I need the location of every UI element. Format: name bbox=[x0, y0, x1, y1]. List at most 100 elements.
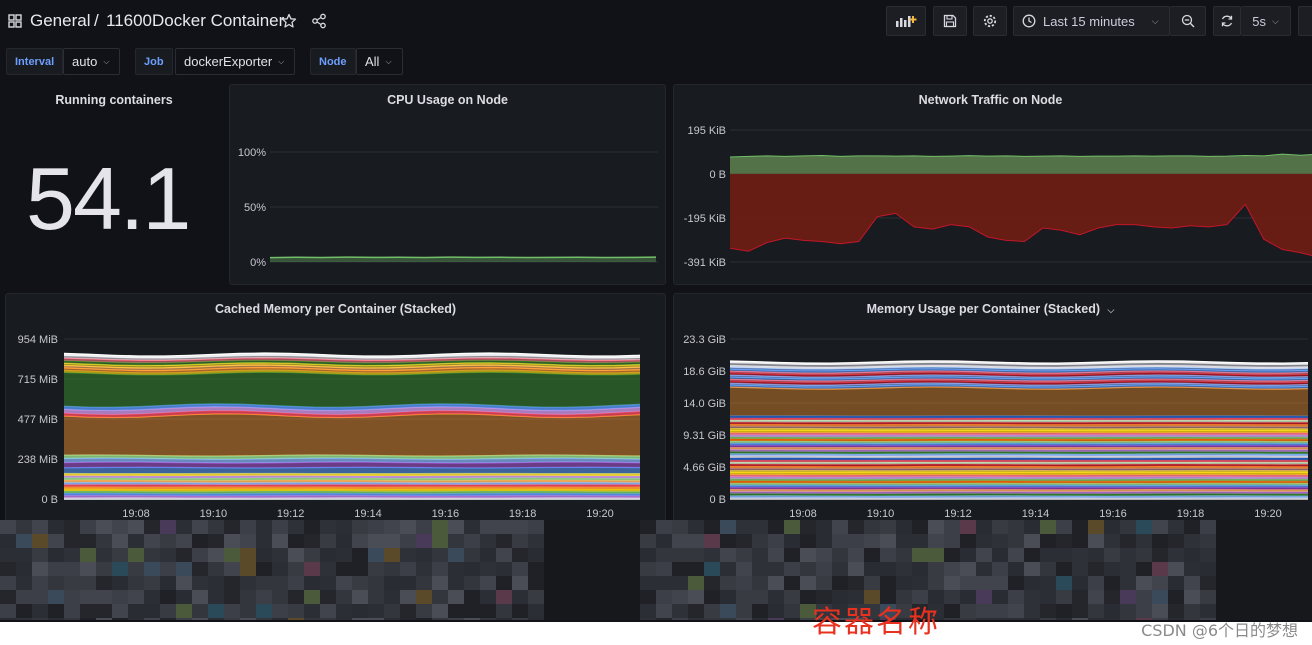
mosaic-cell bbox=[384, 576, 400, 590]
mosaic-cell bbox=[912, 520, 928, 534]
x-tick-label: 19:20 bbox=[1254, 508, 1282, 520]
mosaic-cell bbox=[192, 520, 208, 534]
mosaic-cell bbox=[976, 618, 992, 620]
mosaic-cell bbox=[352, 548, 368, 562]
mosaic-cell bbox=[752, 562, 768, 576]
add-panel-button[interactable] bbox=[886, 6, 926, 36]
dashboards-grid-icon[interactable] bbox=[8, 14, 22, 28]
mosaic-cell bbox=[544, 618, 560, 620]
mosaic-cell bbox=[640, 604, 656, 618]
panel-cached-memory[interactable]: Cached Memory per Container (Stacked) 95… bbox=[5, 293, 666, 533]
mosaic-cell bbox=[1072, 576, 1088, 590]
mosaic-cell bbox=[1040, 604, 1056, 618]
mosaic-cell bbox=[1120, 520, 1136, 534]
zoom-out-button[interactable] bbox=[1170, 6, 1206, 36]
time-range-picker[interactable]: Last 15 minutes ⌵ bbox=[1013, 6, 1170, 36]
breadcrumb-folder[interactable]: General bbox=[30, 11, 90, 31]
panel-network-traffic[interactable]: Network Traffic on Node 195 KiB 0 B -195 K… bbox=[673, 84, 1312, 285]
variable-select-node[interactable]: All ⌵ bbox=[356, 48, 403, 75]
refresh-interval-picker[interactable]: 5s ⌵ bbox=[1241, 6, 1291, 36]
mosaic-cell bbox=[1056, 576, 1072, 590]
mosaic-cell bbox=[208, 604, 224, 618]
mosaic-cell bbox=[864, 576, 880, 590]
mosaic-cell bbox=[176, 604, 192, 618]
mosaic-cell bbox=[1104, 520, 1120, 534]
mosaic-cell bbox=[1152, 590, 1168, 604]
mosaic-cell bbox=[448, 534, 464, 548]
mosaic-cell bbox=[1088, 548, 1104, 562]
mosaic-cell bbox=[1040, 618, 1056, 620]
mosaic-cell bbox=[64, 604, 80, 618]
panel-cpu-usage[interactable]: CPU Usage on Node 100% 50% 0% bbox=[229, 84, 666, 285]
mosaic-cell bbox=[80, 534, 96, 548]
toolbar-overflow-button[interactable] bbox=[1298, 6, 1312, 36]
mosaic-cell bbox=[96, 548, 112, 562]
save-dashboard-button[interactable] bbox=[933, 6, 967, 36]
mosaic-cell bbox=[672, 590, 688, 604]
panel-memory-usage[interactable]: Memory Usage per Container (Stacked) ⌵ 2… bbox=[673, 293, 1312, 533]
mosaic-cell bbox=[112, 618, 128, 620]
mosaic-cell bbox=[1008, 548, 1024, 562]
mosaic-cell bbox=[784, 520, 800, 534]
share-icon[interactable] bbox=[311, 13, 327, 29]
mosaic-cell bbox=[1200, 604, 1216, 618]
mosaic-cell bbox=[48, 590, 64, 604]
mosaic-cell bbox=[112, 548, 128, 562]
mosaic-cell bbox=[304, 520, 320, 534]
y-tick-label: 0% bbox=[250, 257, 266, 269]
mosaic-cell bbox=[624, 548, 640, 562]
variable-select-job[interactable]: dockerExporter ⌵ bbox=[175, 48, 295, 75]
dashboard-settings-button[interactable] bbox=[973, 6, 1007, 36]
mosaic-cell bbox=[784, 534, 800, 548]
mosaic-cell bbox=[368, 590, 384, 604]
mosaic-cell bbox=[400, 590, 416, 604]
variable-select-interval[interactable]: auto ⌵ bbox=[63, 48, 120, 75]
mosaic-cell bbox=[1232, 576, 1248, 590]
mosaic-cell bbox=[848, 548, 864, 562]
mosaic-cell bbox=[560, 534, 576, 548]
mosaic-cell bbox=[1200, 520, 1216, 534]
mosaic-cell bbox=[688, 520, 704, 534]
mosaic-cell bbox=[128, 520, 144, 534]
mosaic-cell bbox=[1248, 590, 1264, 604]
mosaic-cell bbox=[832, 548, 848, 562]
mosaic-cell bbox=[1168, 548, 1184, 562]
mosaic-cell bbox=[176, 548, 192, 562]
mosaic-cell bbox=[992, 548, 1008, 562]
mosaic-cell bbox=[480, 590, 496, 604]
mosaic-cell bbox=[400, 520, 416, 534]
star-icon[interactable] bbox=[281, 13, 297, 29]
mosaic-cell bbox=[400, 576, 416, 590]
mosaic-cell bbox=[1248, 548, 1264, 562]
mosaic-cell bbox=[240, 604, 256, 618]
mosaic-cell bbox=[720, 534, 736, 548]
panel-running-containers[interactable]: Running containers 54.1 bbox=[5, 84, 223, 285]
mosaic-cell bbox=[912, 562, 928, 576]
mosaic-cell bbox=[448, 604, 464, 618]
refresh-button[interactable] bbox=[1213, 6, 1241, 36]
mosaic-cell bbox=[976, 576, 992, 590]
mosaic-cell bbox=[624, 618, 640, 620]
mosaic-cell bbox=[1072, 590, 1088, 604]
mosaic-cell bbox=[768, 548, 784, 562]
mosaic-cell bbox=[1280, 548, 1296, 562]
mosaic-cell bbox=[768, 576, 784, 590]
mosaic-cell bbox=[432, 576, 448, 590]
pixelated-legend bbox=[0, 520, 1312, 620]
mosaic-cell bbox=[1120, 534, 1136, 548]
mosaic-cell bbox=[960, 618, 976, 620]
dashboard-title[interactable]: 11600Docker Container bbox=[106, 11, 284, 31]
mosaic-cell bbox=[160, 534, 176, 548]
mosaic-cell bbox=[272, 590, 288, 604]
mosaic-cell bbox=[320, 562, 336, 576]
mosaic-cell bbox=[176, 618, 192, 620]
mosaic-cell bbox=[720, 562, 736, 576]
mosaic-cell bbox=[224, 618, 240, 620]
mosaic-cell bbox=[1040, 520, 1056, 534]
mosaic-cell bbox=[1232, 548, 1248, 562]
mosaic-cell bbox=[992, 534, 1008, 548]
mosaic-cell bbox=[768, 590, 784, 604]
mosaic-cell bbox=[96, 590, 112, 604]
panel-title[interactable]: Running containers bbox=[6, 93, 222, 107]
mosaic-cell bbox=[1280, 562, 1296, 576]
